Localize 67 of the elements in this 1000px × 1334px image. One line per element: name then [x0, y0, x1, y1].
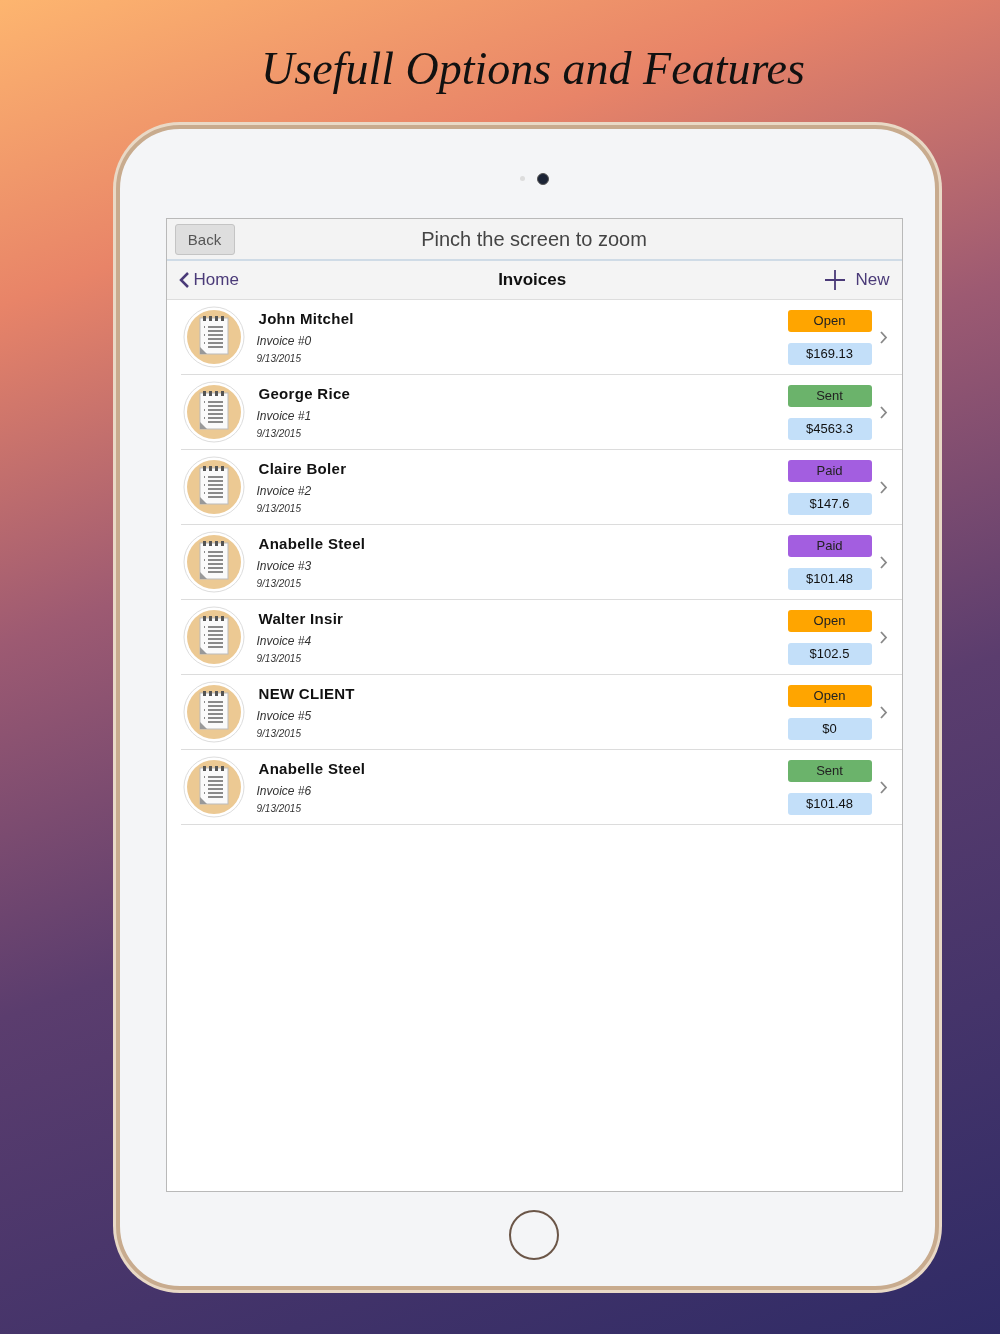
- home-button[interactable]: [509, 1210, 559, 1260]
- invoice-number: Invoice #5: [256, 709, 313, 723]
- invoice-date: 9/13/2015: [256, 803, 302, 814]
- status-badge: Sent: [787, 759, 872, 782]
- status-badge: Open: [787, 309, 872, 332]
- chevron-right-icon: [879, 630, 888, 644]
- invoice-number: Invoice #0: [256, 334, 313, 348]
- invoice-number: Invoice #2: [256, 484, 313, 498]
- client-name: NEW CLIENT: [258, 685, 356, 702]
- invoice-row[interactable]: NEW CLIENT Invoice #5 9/13/2015 Open $0: [180, 675, 902, 750]
- status-badge: Paid: [787, 459, 872, 482]
- notepad-icon: [182, 681, 245, 743]
- invoice-number: Invoice #6: [256, 784, 313, 798]
- status-badge: Open: [787, 609, 872, 632]
- invoice-date: 9/13/2015: [256, 653, 302, 664]
- notepad-icon: [182, 531, 245, 593]
- invoice-date: 9/13/2015: [256, 503, 302, 514]
- notepad-icon: [182, 456, 245, 518]
- amount-badge: $101.48: [787, 792, 872, 815]
- back-button[interactable]: Back: [174, 223, 235, 255]
- notepad-icon: [182, 606, 245, 668]
- chevron-right-icon: [879, 780, 888, 794]
- amount-badge: $101.48: [787, 567, 872, 590]
- notepad-icon: [182, 381, 245, 443]
- invoice-row[interactable]: Anabelle Steel Invoice #3 9/13/2015 Paid $101.48: [180, 525, 902, 600]
- invoice-row[interactable]: Walter Insir Invoice #4 9/13/2015 Open $102.5: [180, 600, 902, 675]
- zoom-hint: Pinch the screen to zoom: [420, 227, 648, 251]
- invoice-date: 9/13/2015: [256, 728, 302, 739]
- camera-icon: [536, 172, 549, 185]
- notepad-icon: [182, 306, 245, 368]
- amount-badge: $0: [787, 717, 872, 740]
- headline: Usefull Options and Features: [261, 42, 805, 96]
- chevron-right-icon: [879, 480, 888, 494]
- client-name: Anabelle Steel: [258, 535, 367, 552]
- home-link[interactable]: Home: [178, 270, 239, 290]
- client-name: George Rice: [258, 385, 352, 402]
- invoice-row[interactable]: John Mitchel Invoice #0 9/13/2015 Open $169.13: [180, 300, 902, 375]
- amount-badge: $4563.3: [787, 417, 872, 440]
- invoice-row[interactable]: Claire Boler Invoice #2 9/13/2015 Paid $147.6: [180, 450, 902, 525]
- amount-badge: $147.6: [787, 492, 872, 515]
- invoice-row[interactable]: George Rice Invoice #1 9/13/2015 Sent $4563.3: [180, 375, 902, 450]
- notepad-icon: [182, 756, 245, 818]
- amount-badge: $169.13: [787, 342, 872, 365]
- invoice-date: 9/13/2015: [256, 353, 302, 364]
- sensor-icon: [519, 176, 525, 181]
- amount-badge: $102.5: [787, 642, 872, 665]
- chevron-right-icon: [879, 555, 888, 569]
- page-title: Invoices: [497, 270, 568, 290]
- invoice-number: Invoice #3: [256, 559, 313, 573]
- client-name: John Mitchel: [258, 310, 355, 327]
- chevron-right-icon: [879, 330, 888, 344]
- client-name: Anabelle Steel: [258, 760, 367, 777]
- status-badge: Sent: [787, 384, 872, 407]
- invoice-date: 9/13/2015: [256, 578, 302, 589]
- invoice-number: Invoice #1: [256, 409, 313, 423]
- invoice-row[interactable]: Anabelle Steel Invoice #6 9/13/2015 Sent $101.48: [180, 750, 902, 825]
- plus-icon: [825, 270, 846, 290]
- status-badge: Open: [787, 684, 872, 707]
- client-name: Walter Insir: [258, 610, 345, 627]
- invoice-number: Invoice #4: [256, 634, 313, 648]
- chevron-right-icon: [879, 705, 888, 719]
- invoice-date: 9/13/2015: [256, 428, 302, 439]
- status-badge: Paid: [787, 534, 872, 557]
- chevron-left-icon: [178, 271, 190, 289]
- client-name: Claire Boler: [258, 460, 348, 477]
- chevron-right-icon: [879, 405, 888, 419]
- new-button[interactable]: New: [825, 270, 890, 290]
